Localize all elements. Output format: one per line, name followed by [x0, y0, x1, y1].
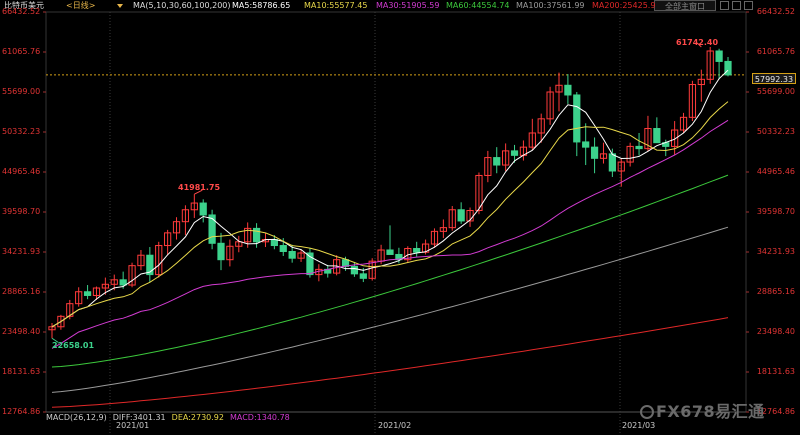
- ma-value-label: MA200:25425.9: [592, 1, 656, 10]
- candle-body: [350, 265, 359, 275]
- candle-body: [493, 157, 501, 166]
- macd-header: MACD(26,12,9) DIFF:3401.31 DEA:2730.92 MACD…: [46, 413, 296, 422]
- ma-value-label: MA5:58786.65: [232, 1, 291, 10]
- all-windows-toggle-button[interactable]: 全部主窗口: [654, 0, 716, 11]
- watermark: FX678易汇通: [640, 398, 765, 422]
- price-axis-label: 50332.23: [756, 127, 795, 136]
- candle-body: [573, 94, 581, 143]
- candle-body: [279, 245, 287, 252]
- high-annotation-1: 41981.75: [178, 183, 221, 192]
- candle-body: [608, 153, 616, 172]
- price-axis-label-left: 50332.23: [2, 127, 41, 136]
- low-annotation-1: 22658.01: [52, 341, 95, 350]
- macd-value: MACD:1340.78: [229, 413, 290, 422]
- ma-value-label: MA60:44554.74: [446, 1, 510, 10]
- candle-body: [83, 291, 92, 296]
- last-price-tag: 57992.33: [752, 73, 796, 84]
- candle-body: [582, 141, 590, 148]
- high-annotation-2: 61742.40: [676, 38, 719, 47]
- macd-title: MACD(26,12,9): [46, 413, 107, 422]
- x-label-mar: 2021/03: [622, 421, 656, 430]
- ma5-line: [51, 69, 729, 328]
- price-axis-label: 55699.00: [756, 87, 795, 96]
- price-axis-label-left: 66432.52: [2, 7, 41, 16]
- macd-dea: DEA:2730.92: [171, 413, 224, 422]
- price-axis-label: 23498.40: [756, 327, 795, 336]
- candle-body: [208, 214, 216, 244]
- candle-body: [635, 145, 643, 150]
- plot-frame: [45, 11, 747, 413]
- dropdown-arrow-icon[interactable]: [116, 2, 124, 10]
- fx678-logo-icon: [640, 405, 654, 419]
- price-axis-label-left: 18131.63: [2, 367, 41, 376]
- chart-window: 比特币美元 <日线> MA(5,10,30,60,100,200) 全部主窗口 …: [0, 0, 800, 435]
- candle-body: [413, 248, 421, 253]
- price-axis-label-left: 23498.40: [2, 327, 41, 336]
- price-axis-label-left: 34231.93: [2, 247, 41, 256]
- indicator-header: 比特币美元 <日线> MA(5,10,30,60,100,200) 全部主窗口 …: [0, 0, 800, 12]
- candle-body: [288, 250, 296, 259]
- price-axis-label-left: 12764.86: [2, 407, 41, 416]
- price-axis-label: 34231.93: [756, 247, 795, 256]
- minimize-icon[interactable]: [720, 1, 729, 10]
- ma-spec: MA(5,10,30,60,100,200): [133, 1, 231, 10]
- price-axis-label-left: 28865.16: [2, 287, 41, 296]
- candle-body: [564, 84, 572, 96]
- watermark-text: FX678易汇通: [656, 402, 765, 421]
- candle-body: [359, 273, 367, 279]
- candle-body: [270, 239, 278, 247]
- candle-body: [119, 279, 127, 286]
- candle-body: [653, 128, 661, 144]
- price-axis-label-left: 61065.76: [2, 47, 41, 56]
- price-axis-label: 39598.70: [756, 207, 795, 216]
- price-axis-label: 18131.63: [756, 367, 795, 376]
- candle-body: [715, 50, 723, 62]
- price-axis-label-left: 44965.46: [2, 167, 41, 176]
- ma-value-label: MA30:51905.59: [376, 1, 440, 10]
- price-axis-label: 44965.46: [756, 167, 795, 176]
- price-axis-label-left: 55699.00: [2, 87, 41, 96]
- candle-body: [510, 150, 519, 156]
- candle-body: [457, 209, 465, 222]
- x-label-jan: 2021/01: [116, 421, 150, 430]
- candle-body: [199, 202, 207, 216]
- price-axis-label: 66432.52: [756, 7, 795, 16]
- price-axis-label-left: 39598.70: [2, 207, 41, 216]
- ma-value-label: MA10:55577.45: [304, 1, 368, 10]
- candlestick-chart[interactable]: [0, 0, 800, 435]
- period-selector[interactable]: <日线>: [66, 0, 95, 12]
- price-axis-label: 28865.16: [756, 287, 795, 296]
- x-label-feb: 2021/02: [378, 421, 412, 430]
- ma200-line: [51, 317, 729, 408]
- candle-body: [217, 242, 225, 261]
- candle-body: [590, 146, 599, 159]
- price-axis-label: 61065.76: [756, 47, 795, 56]
- ma10-line: [51, 101, 729, 328]
- candle-body: [386, 249, 394, 255]
- ma-value-label: MA100:37561.99: [516, 1, 585, 10]
